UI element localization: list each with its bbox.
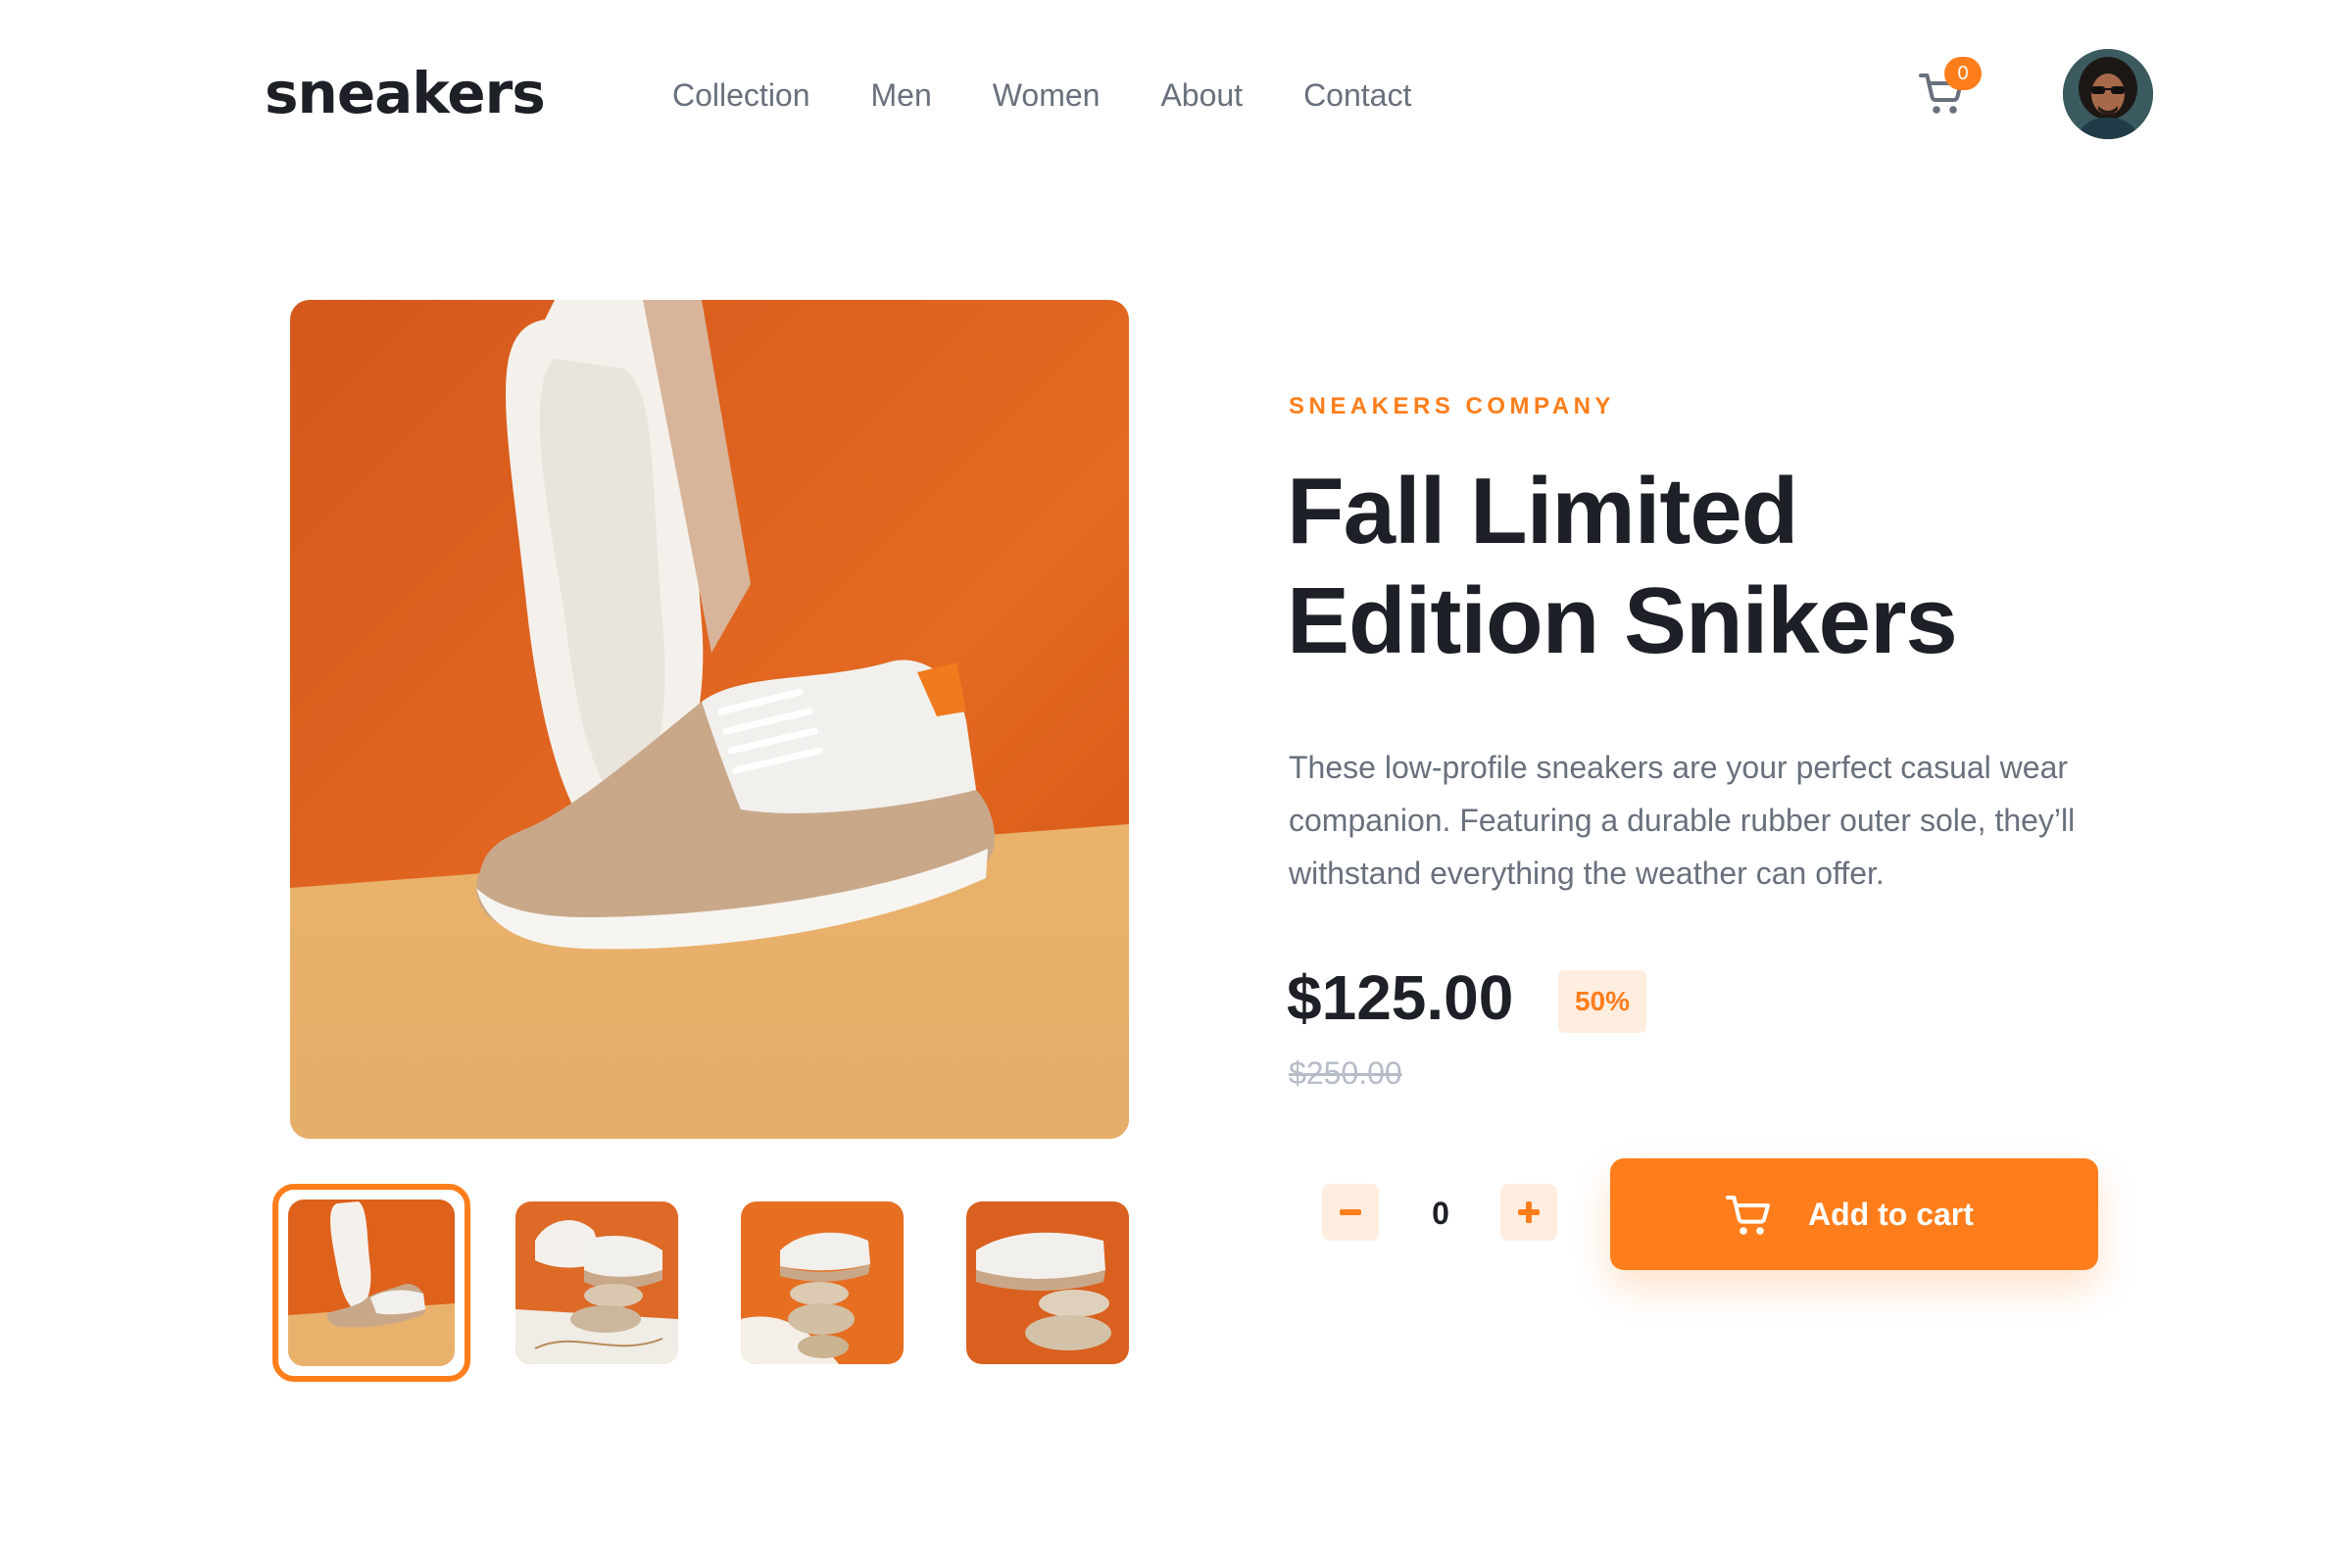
thumbnail-3-image — [741, 1201, 904, 1364]
nav-item-men[interactable]: Men — [871, 71, 932, 120]
current-price: $125.00 — [1287, 962, 1514, 1033]
site-header: sneakers Collection Men Women About Cont… — [0, 0, 2352, 186]
quantity-value: 0 — [1432, 1196, 1449, 1231]
thumbnail-1[interactable] — [272, 1184, 470, 1382]
nav-item-collection[interactable]: Collection — [672, 71, 810, 120]
add-to-cart-button[interactable]: Add to cart — [1610, 1158, 2098, 1270]
nav-item-about[interactable]: About — [1160, 71, 1243, 120]
thumbnail-4-image — [966, 1201, 1129, 1364]
thumbnail-1-photo — [288, 1200, 455, 1366]
product-title: Fall Limited Edition Snikers — [1287, 457, 2169, 676]
avatar-icon — [2063, 49, 2153, 139]
cart-icon — [1726, 1196, 1770, 1235]
user-avatar[interactable] — [2063, 49, 2153, 139]
product-title-line-1: Fall Limited — [1287, 459, 1798, 564]
thumbnail-3[interactable] — [741, 1201, 904, 1364]
original-price: $250.00 — [1289, 1055, 1402, 1091]
logo[interactable]: sneakers — [265, 59, 546, 127]
thumbnail-2[interactable] — [515, 1201, 678, 1364]
product-description: These low-profile sneakers are your perf… — [1289, 750, 2076, 891]
add-to-cart-label: Add to cart — [1808, 1197, 1974, 1232]
discount-badge: 50% — [1558, 970, 1646, 1033]
company-label: SNEAKERS COMPANY — [1289, 393, 1615, 419]
quantity-decrease-button[interactable] — [1322, 1184, 1379, 1241]
product-title-line-2: Edition Snikers — [1287, 568, 1958, 673]
thumbnail-4-photo — [966, 1201, 1129, 1364]
thumbnail-4[interactable] — [966, 1201, 1129, 1364]
cart-count-badge: 0 — [1944, 57, 1982, 90]
thumbnail-1-image — [288, 1200, 455, 1366]
sneaker-photo — [290, 300, 1129, 1139]
nav-item-women[interactable]: Women — [993, 71, 1101, 120]
thumbnail-2-photo — [515, 1201, 678, 1364]
product-main-image[interactable] — [290, 300, 1129, 1139]
quantity-increase-button[interactable] — [1500, 1184, 1557, 1241]
nav-item-contact[interactable]: Contact — [1303, 71, 1411, 120]
thumbnail-2-image — [515, 1201, 678, 1364]
main-nav: Collection Men Women About Contact — [672, 71, 1411, 120]
thumbnail-3-photo — [741, 1201, 904, 1364]
